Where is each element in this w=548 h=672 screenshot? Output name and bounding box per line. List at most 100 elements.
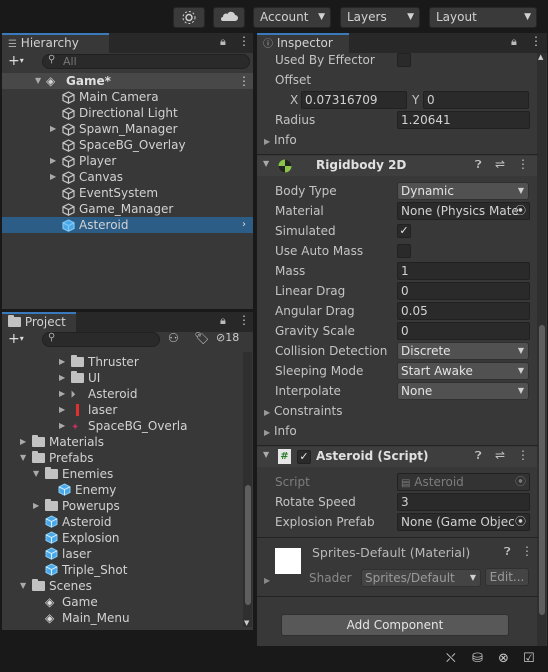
scroll-up-icon[interactable]: ▲ [538, 53, 543, 61]
layers-dropdown[interactable]: Layers ▼ [340, 7, 420, 28]
more-options-icon[interactable]: ⋮ [238, 34, 250, 48]
hidden-packages-icon[interactable]: ⊘18 [216, 331, 239, 344]
layout-dropdown[interactable]: Layout ▼ [429, 7, 537, 28]
scroll-down-icon[interactable]: ▼ [244, 619, 249, 627]
hierarchy-item[interactable]: EventSystem [2, 185, 253, 201]
offset-x-field[interactable]: 0.07316709 [301, 91, 407, 109]
more-options-icon[interactable]: ⋮ [517, 157, 529, 171]
chevron-right-icon[interactable]: › [242, 217, 246, 233]
hierarchy-item[interactable]: Directional Light [2, 105, 253, 121]
chevron-right-icon[interactable]: ▶ [59, 386, 65, 402]
project-item[interactable]: laser [2, 546, 242, 562]
interpolate-dropdown[interactable]: None ▼ [397, 382, 529, 400]
simulated-checkbox[interactable]: ✓ [397, 224, 411, 238]
hierarchy-item[interactable]: ▶ Canvas [2, 169, 253, 185]
project-item[interactable]: ◈ Main_Menu [2, 610, 242, 626]
project-item[interactable]: ▶ UI [2, 370, 242, 386]
label-tag-icon[interactable]: 🏷︎ [194, 331, 209, 345]
hierarchy-item[interactable]: Game_Manager [2, 201, 253, 217]
more-options-icon[interactable]: ⋮ [517, 448, 529, 462]
project-item[interactable]: ▶ laser [2, 402, 242, 418]
chevron-right-icon[interactable]: ▶ [33, 498, 39, 514]
search-input[interactable]: ⚲ All [42, 54, 250, 69]
debug-off-icon[interactable]: ⛌ [446, 651, 456, 666]
used-by-effector-checkbox[interactable] [397, 53, 411, 67]
project-search-input[interactable]: ⚲ [42, 332, 160, 347]
hierarchy-item[interactable]: ▶ Spawn_Manager [2, 121, 253, 137]
more-options-icon[interactable]: ⋮ [238, 313, 250, 327]
chevron-right-icon[interactable]: ▶ [50, 153, 56, 169]
chevron-right-icon[interactable]: ▶ [50, 121, 56, 137]
mass-field[interactable]: 1 [397, 262, 530, 280]
angular-drag-field[interactable]: 0.05 [397, 302, 530, 320]
project-item[interactable]: ▼ Prefabs [2, 450, 242, 466]
create-asset-button[interactable]: +▾ [8, 332, 36, 348]
project-item[interactable]: Explosion [2, 530, 242, 546]
tab-project[interactable]: Project [2, 312, 76, 332]
offset-y-field[interactable]: 0 [423, 91, 529, 109]
sleeping-mode-dropdown[interactable]: Start Awake ▼ [397, 362, 529, 380]
scrollbar-thumb[interactable] [245, 485, 251, 605]
chevron-right-icon[interactable]: ▶ [59, 418, 65, 434]
chevron-right-icon[interactable]: ▶ [59, 370, 65, 386]
chevron-down-icon[interactable]: ▼ [20, 450, 26, 466]
help-icon[interactable]: ❓︎ [475, 158, 482, 172]
project-item[interactable]: ▼ Scenes [2, 578, 242, 594]
scene-row[interactable]: ▼ ◈ Game* ⋮ [2, 73, 253, 89]
object-picker-icon[interactable]: ⦿ [515, 203, 526, 219]
chevron-right-icon[interactable]: ▶ [59, 402, 65, 418]
explosion-prefab-field[interactable]: None (Game Object) ⦿ [397, 513, 530, 531]
add-object-button[interactable]: +▾ [8, 54, 36, 70]
project-item[interactable]: ▶ Materials [2, 434, 242, 450]
tab-hierarchy[interactable]: ☰ Hierarchy [2, 33, 109, 53]
shader-dropdown[interactable]: Sprites/Default ▼ [361, 569, 481, 587]
progress-check-icon[interactable]: ☑ [523, 651, 535, 666]
hierarchy-item[interactable]: Asteroid › [2, 217, 253, 233]
gravity-scale-field[interactable]: 0 [397, 322, 530, 340]
project-item[interactable]: ▶ ✦ SpaceBG_Overla [2, 418, 242, 434]
project-scrollbar[interactable]: ▼ [243, 352, 252, 627]
account-dropdown[interactable]: Account ▼ [253, 7, 331, 28]
presets-icon[interactable]: ⇌ [495, 157, 505, 171]
more-options-icon[interactable]: ⋮ [521, 544, 533, 558]
rigidbody-header[interactable]: ▼ Rigidbody 2D ❓︎ ⇌ ⋮ [257, 156, 537, 176]
cloud-button[interactable] [213, 7, 245, 28]
script-header[interactable]: ▼ # ✓ Asteroid (Script) ❓︎ ⇌ ⋮ [257, 447, 537, 467]
project-item[interactable]: Triple_Shot [2, 562, 242, 578]
script-enabled-checkbox[interactable]: ✓ [297, 450, 311, 464]
help-icon[interactable]: ❓︎ [504, 545, 511, 559]
help-icon[interactable]: ❓︎ [475, 449, 482, 463]
add-component-button[interactable]: Add Component [281, 614, 509, 636]
project-item[interactable]: ▶ 🞂 Asteroid [2, 386, 242, 402]
constraints-foldout[interactable]: ▶ Constraints [264, 402, 342, 422]
shader-edit-button[interactable]: Edit... [485, 568, 529, 586]
chevron-right-icon[interactable]: ▶ [20, 434, 26, 450]
project-item[interactable]: ▶ Powerups [2, 498, 242, 514]
services-button[interactable] [173, 7, 205, 28]
inspector-scrollbar[interactable]: ▲ [537, 53, 546, 646]
cache-server-icon[interactable]: ⛁ [472, 651, 483, 666]
more-options-icon[interactable]: ⋮ [238, 73, 250, 89]
project-item[interactable]: ▼ Enemies [2, 466, 242, 482]
filter-type-icon[interactable]: ⚇ [168, 331, 179, 345]
hierarchy-item[interactable]: ▶ Player [2, 153, 253, 169]
project-item[interactable]: ◈ Game [2, 594, 242, 610]
chevron-down-icon[interactable]: ▼ [33, 466, 39, 482]
project-item[interactable]: Enemy [2, 482, 242, 498]
hierarchy-item[interactable]: SpaceBG_Overlay [2, 137, 253, 153]
lock-icon[interactable]: 🔒︎ [220, 35, 226, 49]
hierarchy-item[interactable]: Main Camera [2, 89, 253, 105]
rigidbody-info-foldout[interactable]: ▶ Info [264, 422, 297, 442]
chevron-right-icon[interactable]: ▶ [59, 354, 65, 370]
object-picker-icon[interactable]: ⦿ [515, 514, 526, 530]
chevron-right-icon[interactable]: ▶ [264, 576, 270, 585]
lock-icon[interactable]: 🔒︎ [220, 314, 226, 328]
chevron-right-icon[interactable]: ▶ [50, 169, 56, 185]
more-options-icon[interactable]: ⋮ [530, 34, 542, 48]
chevron-down-icon[interactable]: ▼ [20, 578, 26, 594]
radius-field[interactable]: 1.20641 [397, 111, 530, 129]
material-field[interactable]: None (Physics Mate ⦿ [397, 202, 530, 220]
presets-icon[interactable]: ⇌ [495, 448, 505, 462]
scrollbar-thumb[interactable] [539, 325, 545, 615]
collider-info-foldout[interactable]: ▶ Info [264, 131, 297, 151]
